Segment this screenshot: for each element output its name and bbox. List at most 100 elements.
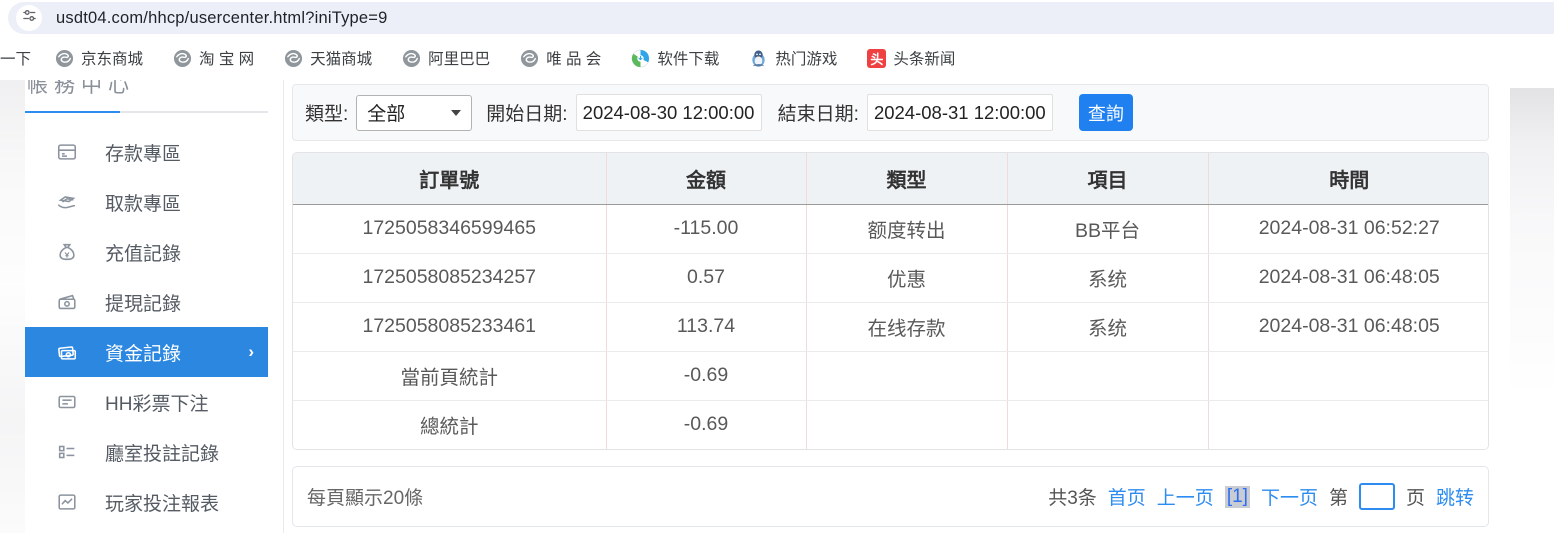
bookmark-label: 阿里巴巴 — [428, 51, 491, 68]
bookmark-alibaba[interactable]: 阿里巴巴 — [402, 47, 490, 69]
sidebar-item-deposit-zone[interactable]: 存款專區 — [25, 127, 268, 177]
cell-item: 系统 — [1007, 253, 1209, 303]
sidebar-item-hh-lottery-bet[interactable]: HH彩票下注 — [25, 377, 268, 427]
toutiao-icon: 头 — [867, 48, 887, 68]
cell-time: 2024-08-31 06:52:27 — [1208, 204, 1488, 254]
prev-page-link[interactable]: 上一页 — [1157, 483, 1214, 510]
globe-gray-icon — [520, 49, 539, 68]
sidebar-item-withdraw-record[interactable]: 提現記錄 — [25, 277, 268, 327]
site-settings-button[interactable] — [16, 5, 42, 31]
sidebar-item-withdraw-zone[interactable]: 取款專區 — [25, 177, 268, 227]
globe-gray-icon — [173, 49, 192, 68]
bookmark-label: 淘 宝 网 — [199, 51, 255, 68]
deposit-machine-icon — [55, 140, 79, 164]
cell-type: 优惠 — [806, 253, 1008, 303]
page-jump-input[interactable] — [1358, 483, 1395, 510]
sidebar-item-player-bet-report[interactable]: 玩家投注報表 — [25, 477, 268, 527]
cell-label: 當前頁統計 — [293, 351, 607, 401]
site-settings-icon — [22, 8, 37, 28]
total-count-text: 共3条 — [1048, 488, 1097, 509]
sidebar-item-label: 資金記錄 — [105, 343, 182, 365]
bookmark-vip[interactable]: 唯 品 会 — [520, 47, 601, 69]
query-button[interactable]: 查詢 — [1078, 94, 1133, 131]
bookmark-software-download[interactable]: 软件下载 — [631, 47, 719, 69]
ticket-list-icon — [55, 390, 79, 414]
url-text[interactable]: usdt04.com/hhcp/usercenter.html?iniType=… — [56, 9, 388, 28]
globe-gray-icon — [55, 49, 74, 68]
page-size-text: 每頁顯示20條 — [307, 488, 424, 509]
cell-amount: 0.57 — [606, 253, 807, 303]
cash-stack-icon — [55, 340, 79, 364]
next-page-link[interactable]: 下一页 — [1261, 483, 1318, 510]
cell-item: BB平台 — [1007, 204, 1209, 254]
col-header-time: 時間 — [1208, 153, 1488, 205]
type-label: 類型: — [305, 104, 349, 125]
sidebar-item-funds-record[interactable]: 資金記錄 › — [25, 327, 268, 377]
cell-order-no: 1725058085233461 — [293, 302, 607, 352]
first-page-link[interactable]: 首页 — [1108, 483, 1146, 510]
page-background-right — [1510, 88, 1554, 388]
cell-amount: -115.00 — [606, 204, 807, 254]
moneybag-icon — [55, 240, 79, 264]
url-pill[interactable]: usdt04.com/hhcp/usercenter.html?iniType=… — [8, 2, 1554, 34]
page-background-left — [0, 80, 25, 533]
end-date-input[interactable] — [866, 94, 1053, 131]
table-row: 1725058085234257 0.57 优惠 系统 2024-08-31 0… — [293, 253, 1488, 303]
sidebar-item-label: 提現記錄 — [105, 293, 182, 315]
chart-report-icon — [55, 490, 79, 514]
chevron-down-icon — [451, 109, 462, 116]
detail-list-icon — [55, 440, 79, 464]
table-row-page-total: 當前頁統計 -0.69 — [293, 351, 1488, 401]
bookmark-clipped[interactable]: 一下 — [0, 47, 31, 69]
current-page-indicator: [1] — [1224, 485, 1250, 508]
download-blue-green-icon — [631, 49, 650, 68]
globe-gray-icon — [284, 49, 303, 68]
sidebar-item-label: 取款專區 — [105, 193, 182, 215]
type-select-value: 全部 — [367, 104, 406, 125]
cell-amount: -0.69 — [606, 400, 807, 449]
sidebar-header: 帳務中心 — [25, 80, 268, 102]
sidebar-menu: 存款專區 取款專區 充值記錄 提現記錄 資金記錄 › HH彩票下注 廳室投註記錄… — [25, 127, 268, 527]
bookmarks-bar: 一下 京东商城 淘 宝 网 天猫商城 阿里巴巴 唯 品 会 软件下载 热门游戏 … — [0, 36, 1554, 80]
globe-gray-icon — [402, 49, 421, 68]
type-select[interactable]: 全部 — [356, 94, 473, 131]
sidebar-header-clipped-text: 帳務中心 — [27, 80, 135, 97]
pagination-controls: 共3条 首页 上一页 [1] 下一页 第 页 跳转 — [1037, 483, 1474, 510]
bookmark-taobao[interactable]: 淘 宝 网 — [173, 47, 254, 69]
cell-item: 系统 — [1007, 302, 1209, 352]
bookmark-label: 软件下载 — [657, 51, 720, 68]
bookmark-label: 唯 品 会 — [546, 51, 602, 68]
bookmark-hot-games[interactable]: 热门游戏 — [749, 47, 837, 69]
jump-button[interactable]: 跳转 — [1436, 483, 1474, 510]
col-header-amount: 金額 — [606, 153, 807, 205]
address-bar: usdt04.com/hhcp/usercenter.html?iniType=… — [0, 0, 1554, 36]
sidebar-item-hall-bet-record[interactable]: 廳室投註記錄 — [25, 427, 268, 477]
withdraw-hand-icon — [55, 190, 79, 214]
page-body: 帳務中心 存款專區 取款專區 充值記錄 提現記錄 資金記錄 › HH彩票下注 廳… — [0, 80, 1554, 533]
main-content: 類型: 全部 開始日期: 結束日期: 查詢 訂單號 — [292, 80, 1489, 533]
sidebar: 帳務中心 存款專區 取款專區 充值記錄 提現記錄 資金記錄 › HH彩票下注 廳… — [25, 80, 268, 533]
cell-amount: 113.74 — [606, 302, 807, 352]
cell-order-no: 1725058085234257 — [293, 253, 607, 303]
sidebar-item-label: 廳室投註記錄 — [105, 443, 220, 465]
sidebar-item-label: 充值記錄 — [105, 243, 182, 265]
sidebar-item-recharge-record[interactable]: 充值記錄 — [25, 227, 268, 277]
chevron-right-icon: › — [248, 342, 254, 361]
start-date-input[interactable] — [575, 94, 762, 131]
bookmark-jd[interactable]: 京东商城 — [55, 47, 143, 69]
sidebar-header-underline — [25, 111, 268, 113]
bookmark-toutiao-news[interactable]: 头 头条新闻 — [867, 47, 955, 69]
table-row: 1725058346599465 -115.00 额度转出 BB平台 2024-… — [293, 204, 1488, 254]
bookmark-label: 热门游戏 — [775, 51, 838, 68]
jump-suffix-text: 页 — [1405, 488, 1425, 509]
cell-order-no: 1725058346599465 — [293, 204, 607, 254]
cell-type: 在线存款 — [806, 302, 1008, 352]
browser-window: usdt04.com/hhcp/usercenter.html?iniType=… — [0, 0, 1554, 533]
jump-prefix-text: 第 — [1328, 488, 1348, 509]
cell-time: 2024-08-31 06:48:05 — [1208, 302, 1488, 352]
bookmark-label: 一下 — [0, 51, 32, 68]
sidebar-divider — [283, 80, 284, 533]
bookmark-label: 头条新闻 — [893, 51, 956, 68]
sidebar-item-label: HH彩票下注 — [105, 393, 209, 415]
bookmark-tmall[interactable]: 天猫商城 — [284, 47, 372, 69]
